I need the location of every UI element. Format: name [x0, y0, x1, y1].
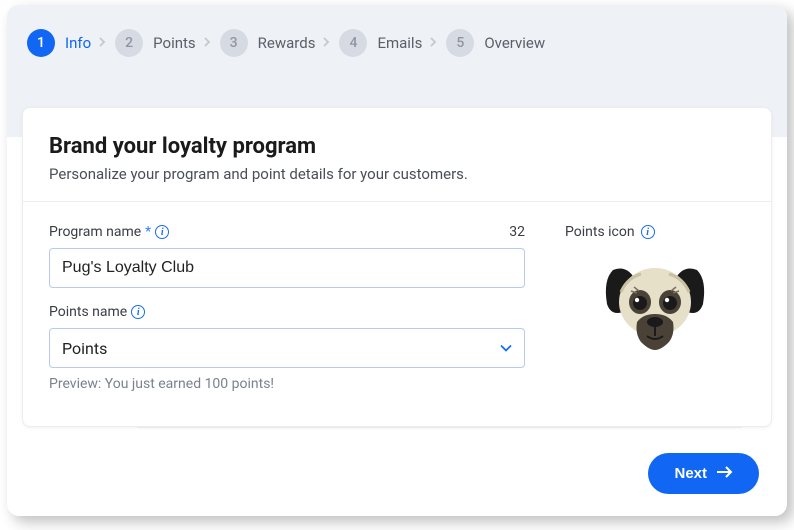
page-subtitle: Personalize your program and point detai… [49, 165, 745, 183]
info-icon[interactable]: i [131, 305, 145, 319]
preview-text: Preview: You just earned 100 points! [49, 376, 525, 392]
next-button-label: Next [674, 465, 707, 482]
page-title: Brand your loyalty program [49, 134, 745, 159]
step-number: 4 [339, 29, 367, 57]
stepper: 1 Info 2 Points 3 Rewards 4 Email [7, 29, 787, 57]
label-text: Program name [49, 224, 141, 240]
program-name-label: Program name * i [49, 224, 169, 240]
label-text: Points icon [565, 224, 635, 240]
chevron-right-icon [99, 36, 107, 51]
chevron-right-icon [323, 36, 331, 51]
step-label: Info [65, 34, 91, 52]
select-value: Points [62, 339, 107, 358]
step-label: Overview [484, 34, 545, 52]
step-number: 5 [446, 29, 474, 57]
step-overview[interactable]: 5 Overview [446, 29, 545, 57]
step-label: Rewards [258, 34, 316, 52]
points-name-label: Points name i [49, 304, 145, 320]
step-number: 1 [27, 29, 55, 57]
info-icon[interactable]: i [641, 225, 655, 239]
char-count: 32 [509, 224, 525, 240]
step-emails[interactable]: 4 Emails [339, 29, 422, 57]
step-rewards[interactable]: 3 Rewards [220, 29, 316, 57]
pug-icon [603, 262, 707, 352]
points-name-select[interactable]: Points [49, 328, 525, 368]
info-icon[interactable]: i [155, 225, 169, 239]
required-asterisk: * [145, 224, 151, 240]
chevron-right-icon [430, 36, 438, 51]
divider [137, 427, 742, 428]
label-text: Points name [49, 304, 127, 320]
step-number: 3 [220, 29, 248, 57]
arrow-right-icon [717, 465, 733, 482]
next-button[interactable]: Next [648, 453, 759, 494]
points-icon-label: Points icon i [565, 224, 745, 240]
points-icon-preview[interactable] [565, 262, 745, 352]
step-info[interactable]: 1 Info [27, 29, 91, 57]
program-name-input[interactable] [49, 248, 525, 288]
chevron-right-icon [204, 36, 212, 51]
step-label: Emails [377, 34, 422, 52]
step-points[interactable]: 2 Points [115, 29, 196, 57]
chevron-down-icon [500, 341, 512, 356]
step-number: 2 [115, 29, 143, 57]
main-card: Brand your loyalty program Personalize y… [22, 107, 772, 427]
step-label: Points [153, 34, 196, 52]
